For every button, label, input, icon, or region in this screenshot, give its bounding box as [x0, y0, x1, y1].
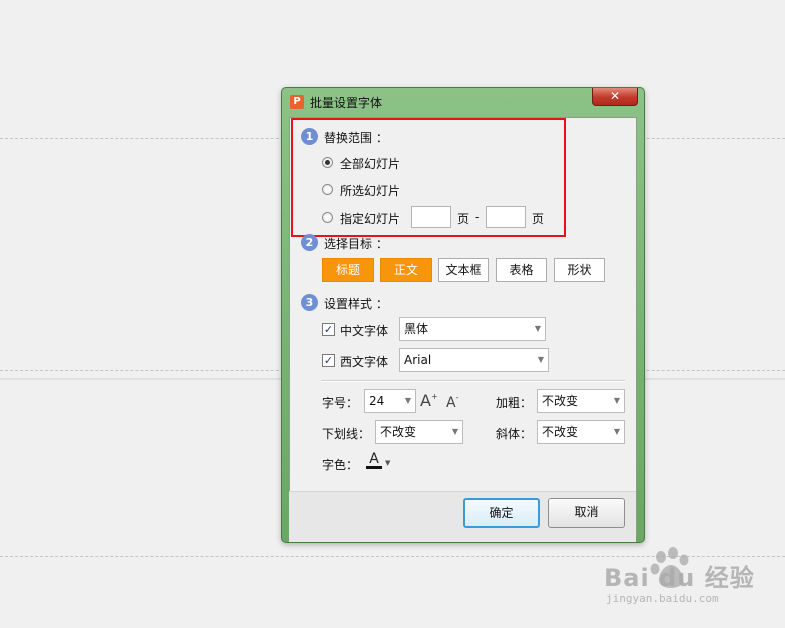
cancel-button[interactable]: 取消	[548, 498, 625, 528]
font-size-value: 24	[369, 394, 385, 408]
font-size-label: 字号：	[322, 396, 359, 410]
chevron-down-icon: ▼	[534, 324, 541, 333]
target-shape-button[interactable]: 形状	[554, 258, 605, 282]
font-size-select[interactable]: 24 ▼	[364, 389, 416, 413]
western-font-label: 西文字体	[340, 355, 389, 369]
bold-value: 不改变	[542, 394, 579, 408]
underline-select[interactable]: 不改变 ▼	[375, 420, 463, 444]
section-2-badge: 2	[301, 234, 318, 251]
shrink-font-icon[interactable]: A-	[446, 393, 458, 411]
target-title-button[interactable]: 标题	[322, 258, 374, 282]
western-font-checkbox[interactable]: ✓	[322, 354, 335, 367]
dialog-title-bar[interactable]: P 批量设置字体 ✕	[282, 88, 644, 116]
grow-font-icon[interactable]: A+	[420, 391, 438, 410]
target-body-button[interactable]: 正文	[380, 258, 432, 282]
chevron-down-icon: ▼	[613, 396, 620, 405]
dialog-title: 批量设置字体	[310, 96, 383, 110]
target-textbox-button[interactable]: 文本框	[438, 258, 489, 282]
chevron-down-icon: ▼	[404, 396, 411, 405]
presentation-app-icon: P	[290, 95, 304, 109]
chevron-down-icon[interactable]: ▼	[385, 459, 390, 467]
style-separator	[321, 380, 625, 382]
chinese-font-value: 黑体	[404, 322, 429, 336]
chinese-font-checkbox[interactable]: ✓	[322, 323, 335, 336]
chinese-font-label: 中文字体	[340, 324, 389, 338]
bold-label: 加粗：	[496, 396, 533, 410]
chinese-font-select[interactable]: 黑体 ▼	[399, 317, 546, 341]
baidu-watermark-url: jingyan.baidu.com	[606, 592, 719, 605]
western-font-select[interactable]: Arial ▼	[399, 348, 549, 372]
italic-select[interactable]: 不改变 ▼	[537, 420, 625, 444]
chevron-down-icon: ▼	[537, 355, 544, 364]
italic-value: 不改变	[542, 425, 579, 439]
section-3-title: 设置样式 ：	[324, 297, 388, 311]
underline-value: 不改变	[380, 425, 417, 439]
annotation-highlight-box	[291, 118, 566, 237]
ok-button[interactable]: 确定	[463, 498, 540, 528]
baidu-watermark-text: Bai du 经验	[604, 564, 755, 592]
section-3-badge: 3	[301, 294, 318, 311]
target-table-button[interactable]: 表格	[496, 258, 547, 282]
section-2-title: 选择目标 ：	[324, 237, 388, 251]
italic-label: 斜体：	[496, 427, 533, 441]
close-button[interactable]: ✕	[592, 88, 638, 106]
chevron-down-icon: ▼	[613, 427, 620, 436]
chevron-down-icon: ▼	[451, 427, 458, 436]
bold-select[interactable]: 不改变 ▼	[537, 389, 625, 413]
font-color-label: 字色：	[322, 458, 359, 472]
underline-label: 下划线：	[322, 427, 371, 441]
font-color-icon[interactable]: A	[366, 452, 382, 470]
western-font-value: Arial	[404, 353, 432, 367]
